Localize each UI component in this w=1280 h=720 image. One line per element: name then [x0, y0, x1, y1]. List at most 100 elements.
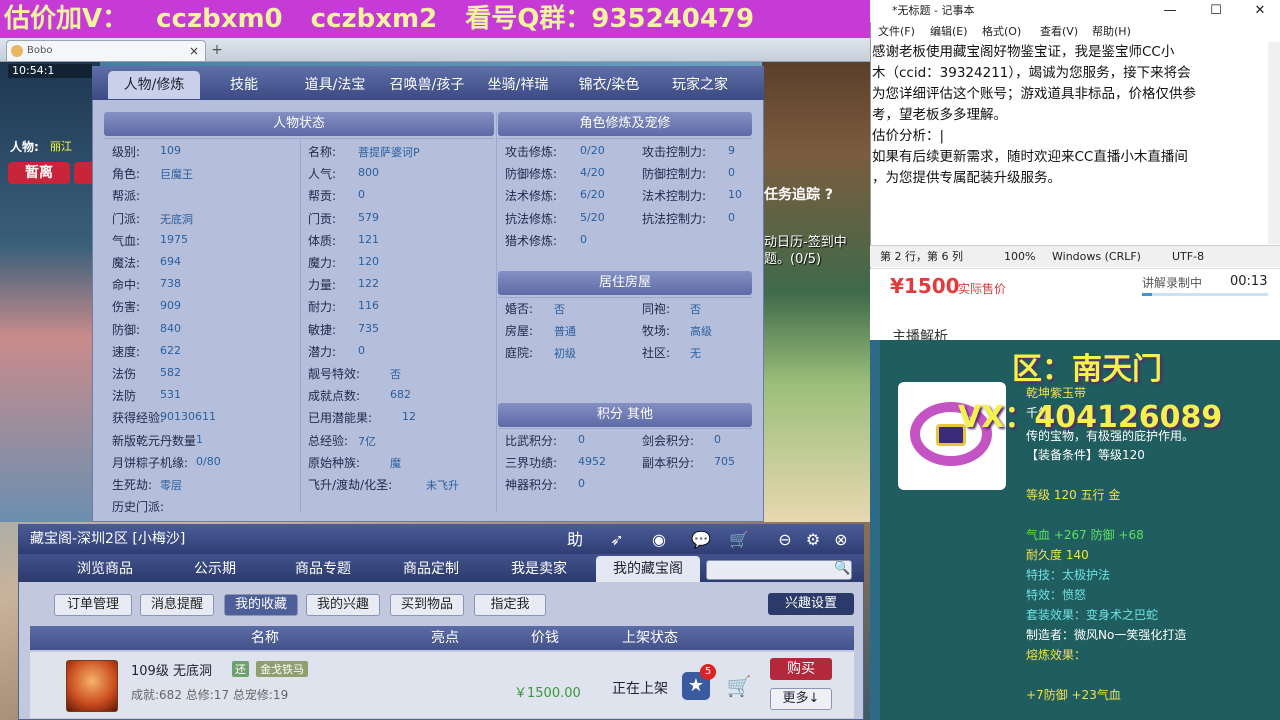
menu-help[interactable]: 帮助(H): [1092, 22, 1131, 42]
close-icon[interactable]: ✕: [1238, 0, 1280, 22]
menu-view[interactable]: 查看(V): [1040, 22, 1078, 42]
order-management-button[interactable]: 订单管理: [54, 594, 132, 616]
share-icon[interactable]: ➶: [606, 530, 628, 550]
stat-label: 已用潜能果:: [308, 411, 373, 426]
item-name[interactable]: 109级 无底洞: [131, 660, 212, 679]
menu-file[interactable]: 文件(F): [878, 22, 915, 42]
item-badge: 还: [232, 661, 249, 677]
nav-public[interactable]: 公示期: [170, 556, 260, 582]
new-tab-button[interactable]: +: [208, 42, 226, 58]
table-header: 名称 亮点 价钱 上架状态: [30, 626, 854, 650]
item-attributes: 气血 +267 防御 +68: [1026, 528, 1144, 542]
close-tab-icon[interactable]: ×: [189, 41, 199, 61]
stat-value: 0/80: [196, 454, 221, 468]
assigned-button[interactable]: 指定我: [474, 594, 546, 616]
banner-text-1: 估价加V：: [4, 4, 129, 34]
housing-value: 否: [554, 303, 565, 316]
stat-label: 耐力:: [308, 300, 337, 315]
stat-label: 防御:: [112, 322, 141, 337]
stat-value: 738: [160, 277, 181, 291]
stat-value: 531: [160, 388, 181, 402]
notepad-text-area[interactable]: 感谢老板使用藏宝阁好物鉴宝证，我是鉴宝师CC小 木（ccid：39324211）…: [872, 42, 1266, 242]
points-value: 0: [578, 433, 585, 446]
minimize-icon[interactable]: ⊖: [774, 530, 796, 550]
encoding: UTF-8: [1172, 250, 1205, 263]
task-tracker-button[interactable]: 任务追踪 ?: [764, 184, 833, 204]
search-input[interactable]: [706, 560, 852, 580]
tab-outfits[interactable]: 锦衣/染色: [564, 71, 654, 99]
menu-edit[interactable]: 编辑(E): [930, 22, 968, 42]
tab-skills[interactable]: 技能: [208, 71, 280, 99]
stat-value: 622: [160, 343, 181, 357]
help-icon[interactable]: 助: [564, 530, 586, 550]
housing-value: 普通: [554, 325, 576, 339]
browser-tab[interactable]: Bobo ×: [6, 40, 206, 61]
activity-calendar-text[interactable]: 动日历-签到中 题。(0/5): [764, 234, 847, 268]
message-reminder-button[interactable]: 消息提醒: [140, 594, 214, 616]
interest-settings-button[interactable]: 兴趣设置: [768, 593, 854, 615]
my-interests-button[interactable]: 我的兴趣: [306, 594, 380, 616]
tab-mounts[interactable]: 坐骑/祥瑞: [476, 71, 560, 99]
housing-section-header: 居住房屋: [498, 271, 752, 295]
housing-label: 庭院:: [505, 346, 534, 361]
buy-button[interactable]: 购买: [770, 658, 832, 680]
cultivation-value: 0/20: [580, 144, 605, 157]
stat-label: 魔力:: [308, 256, 337, 270]
close-icon[interactable]: ⊗: [830, 530, 852, 550]
nav-topics[interactable]: 商品专题: [278, 556, 368, 582]
stat-label: 原始种族:: [308, 455, 361, 470]
stat-value: 109: [160, 144, 181, 157]
stat-label: 人气:: [308, 167, 337, 182]
stat-value: 菩提萨婆诃P: [358, 146, 420, 159]
stat-label: 名称:: [308, 145, 337, 159]
cultivation-value: 6/20: [580, 188, 605, 202]
cultivation-value: 0: [580, 232, 587, 246]
avatar[interactable]: [66, 660, 118, 712]
stat-label: 敏捷:: [308, 322, 337, 337]
nav-custom[interactable]: 商品定制: [386, 556, 476, 582]
character-tabs: 人物/修炼 技能 道具/法宝 召唤兽/孩子 坐骑/祥瑞 锦衣/染色 玩家之家: [92, 66, 764, 100]
tab-items[interactable]: 道具/法宝: [290, 71, 380, 99]
notepad-scrollbar[interactable]: [1268, 42, 1280, 244]
divider: [498, 138, 752, 139]
item-status: 正在上架: [612, 681, 668, 697]
my-favorites-button[interactable]: 我的收藏: [224, 594, 298, 616]
stat-label: 靓号特效:: [308, 367, 361, 381]
chat-icon[interactable]: 💬: [690, 530, 712, 550]
tab-character-cultivation[interactable]: 人物/修炼: [108, 71, 200, 99]
stat-label: 伤害:: [112, 300, 141, 315]
tab-pets[interactable]: 召唤兽/孩子: [382, 71, 472, 99]
menu-format[interactable]: 格式(O): [982, 22, 1021, 42]
points-value: 0: [578, 477, 585, 491]
stat-value: 800: [358, 166, 379, 180]
divider: [300, 140, 301, 512]
housing-value: 高级: [690, 325, 712, 339]
points-label: 神器积分:: [505, 478, 558, 493]
nav-seller[interactable]: 我是卖家: [494, 556, 584, 582]
tab-player-home[interactable]: 玩家之家: [658, 71, 742, 99]
screen-root: { "banner": {"p1":"估价加V：","p2":"cczbxm0"…: [0, 0, 1280, 720]
points-section-header: 积分 其他: [498, 403, 752, 427]
cultivation-label: 抗法修炼:: [505, 211, 558, 226]
cart-icon[interactable]: 🛒: [728, 530, 750, 550]
settings-icon[interactable]: ⚙: [802, 530, 824, 550]
purchased-button[interactable]: 买到物品: [390, 594, 464, 616]
stat-value: 735: [358, 321, 379, 335]
more-button[interactable]: 更多↓: [770, 688, 832, 710]
stat-label: 级别:: [112, 145, 141, 159]
minimize-icon[interactable]: —: [1148, 0, 1192, 22]
item-refine-label: 熔炼效果：: [1026, 648, 1087, 662]
stat-value: 否: [390, 368, 401, 381]
record-icon[interactable]: ◉: [648, 530, 670, 550]
nav-browse[interactable]: 浏览商品: [60, 556, 150, 582]
nav-my-store[interactable]: 我的藏宝阁: [596, 556, 700, 582]
stat-label: 速度:: [112, 344, 141, 359]
maximize-icon[interactable]: ☐: [1194, 0, 1238, 22]
search-icon[interactable]: 🔍: [834, 561, 850, 576]
item-level: 等级 120 五行 金: [1026, 488, 1121, 502]
stat-label: 法伤: [112, 367, 137, 381]
stat-value: 840: [160, 321, 181, 335]
housing-value: 否: [690, 303, 701, 316]
pause-button[interactable]: 暂离: [8, 162, 70, 184]
add-to-cart-icon[interactable]: 🛒: [724, 672, 754, 700]
